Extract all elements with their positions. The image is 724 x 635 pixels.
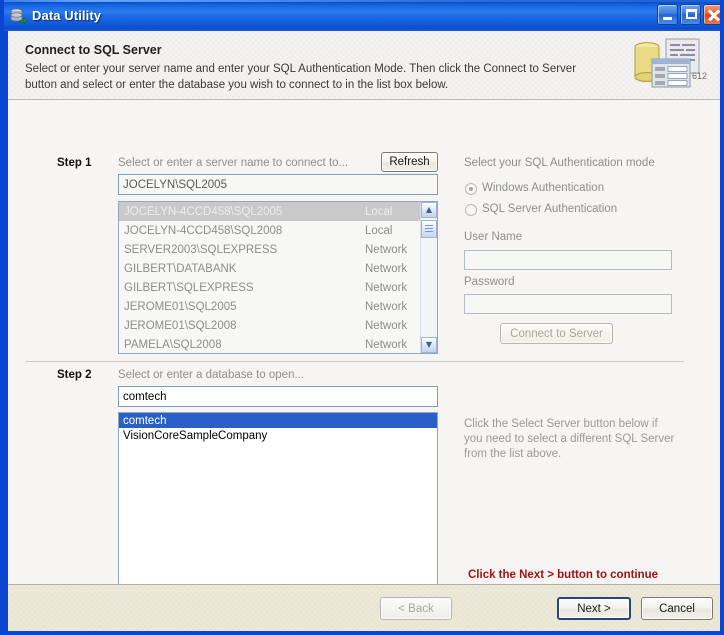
database-name-input-value: comtech <box>123 391 167 403</box>
section-divider <box>26 361 684 362</box>
next-button[interactable]: Next > <box>557 597 631 620</box>
connect-to-server-label: Connect to Server <box>510 327 603 340</box>
user-name-field[interactable] <box>464 250 672 270</box>
window-title: Data Utility <box>32 8 102 23</box>
close-button[interactable] <box>703 4 720 25</box>
server-list[interactable]: JOCELYN-4CCD458\SQL2005 Local JOCELYN-4C… <box>118 201 438 354</box>
server-list-item-name: GILBERT\DATABANK <box>124 262 237 275</box>
next-button-hint: Click the Next > button to continue <box>468 569 659 581</box>
password-field[interactable] <box>464 294 672 314</box>
server-list-item[interactable]: GILBERT\DATABANK Network <box>119 259 437 278</box>
cancel-button[interactable]: Cancel <box>641 597 713 620</box>
back-button-label: < Back <box>398 602 434 615</box>
database-list-item-name: VisionCoreSampleCompany <box>123 429 268 442</box>
user-name-label: User Name <box>464 231 523 243</box>
server-list-item[interactable]: JEROME01\SQL2005 Network <box>119 297 437 316</box>
server-name-input-value: JOCELYN\SQL2005 <box>123 179 227 191</box>
sql-auth-radio[interactable] <box>465 204 477 216</box>
scroll-up-icon[interactable]: ▲ <box>421 202 437 218</box>
refresh-button[interactable]: Refresh <box>381 152 438 172</box>
title-bar: Data Utility <box>4 0 720 31</box>
server-list-item-name: GILBERT\SQLEXPRESS <box>124 281 254 294</box>
auth-heading: Select your SQL Authentication mode <box>464 157 655 169</box>
sql-auth-label: SQL Server Authentication <box>482 203 618 215</box>
step-1-instruction: Select or enter a server name to connect… <box>118 157 349 169</box>
back-button[interactable]: < Back <box>380 597 452 620</box>
step-1-label: Step 1 <box>57 157 92 169</box>
database-list[interactable]: comtech VisionCoreSampleCompany <box>118 412 438 586</box>
wizard-header: Connect to SQL Server Select or enter yo… <box>8 31 720 100</box>
database-list-item[interactable]: VisionCoreSampleCompany <box>119 428 437 443</box>
application-window: Data Utility Connect to SQL Server Selec… <box>0 0 724 635</box>
password-label: Password <box>464 276 515 288</box>
server-list-item-name: PAMELA\SQL2008 <box>124 338 222 351</box>
server-name-input[interactable]: JOCELYN\SQL2005 <box>118 174 438 195</box>
cancel-button-label: Cancel <box>659 602 695 615</box>
server-list-item-name: SERVER2003\SQLEXPRESS <box>124 243 278 256</box>
database-utility-icon <box>9 7 28 25</box>
database-list-item-name: comtech <box>123 414 167 427</box>
database-name-input[interactable]: comtech <box>118 386 438 407</box>
refresh-button-label: Refresh <box>389 156 430 168</box>
server-list-item[interactable]: JOCELYN-4CCD458\SQL2005 Local <box>119 202 437 221</box>
page-title: Connect to SQL Server <box>25 43 162 57</box>
server-list-item-name: JEROME01\SQL2005 <box>124 300 237 313</box>
server-list-scrollbar[interactable]: ▲ ▼ <box>420 202 437 353</box>
database-form-icon: 612 <box>630 37 710 95</box>
windows-auth-label: Windows Authentication <box>482 182 605 194</box>
step-2-instruction: Select or enter a database to open... <box>118 369 305 381</box>
client-area: Connect to SQL Server Select or enter yo… <box>8 31 720 631</box>
maximize-button[interactable] <box>680 4 701 25</box>
server-list-item[interactable]: GILBERT\SQLEXPRESS Network <box>119 278 437 297</box>
wizard-footer: < Back Next > Cancel <box>8 584 720 631</box>
scrollbar-thumb[interactable] <box>421 220 437 238</box>
server-list-item[interactable]: SERVER2003\SQLEXPRESS Network <box>119 240 437 259</box>
page-description: Select or enter your server name and ent… <box>25 63 577 91</box>
server-list-item-name: JOCELYN-4CCD458\SQL2005 <box>124 205 283 218</box>
select-server-hint: Click the Select Server button below if … <box>464 418 675 460</box>
server-list-item[interactable]: PAMELA\SQL2008 Network <box>119 335 437 353</box>
server-list-item-name: JEROME01\SQL2008 <box>124 319 237 332</box>
connect-to-server-button[interactable]: Connect to Server <box>500 323 613 344</box>
minimize-button[interactable] <box>657 4 678 25</box>
server-list-item[interactable]: JEROME01\SQL2008 Network <box>119 316 437 335</box>
window-controls <box>657 4 720 25</box>
next-button-label: Next > <box>577 602 611 615</box>
step-2-label: Step 2 <box>57 369 92 381</box>
server-list-item-name: JOCELYN-4CCD458\SQL2008 <box>124 224 283 237</box>
database-list-item[interactable]: comtech <box>119 413 437 428</box>
windows-auth-radio[interactable] <box>465 183 477 195</box>
svg-text:612: 612 <box>692 71 707 81</box>
server-list-item[interactable]: JOCELYN-4CCD458\SQL2008 Local <box>119 221 437 240</box>
scroll-down-icon[interactable]: ▼ <box>421 337 437 353</box>
